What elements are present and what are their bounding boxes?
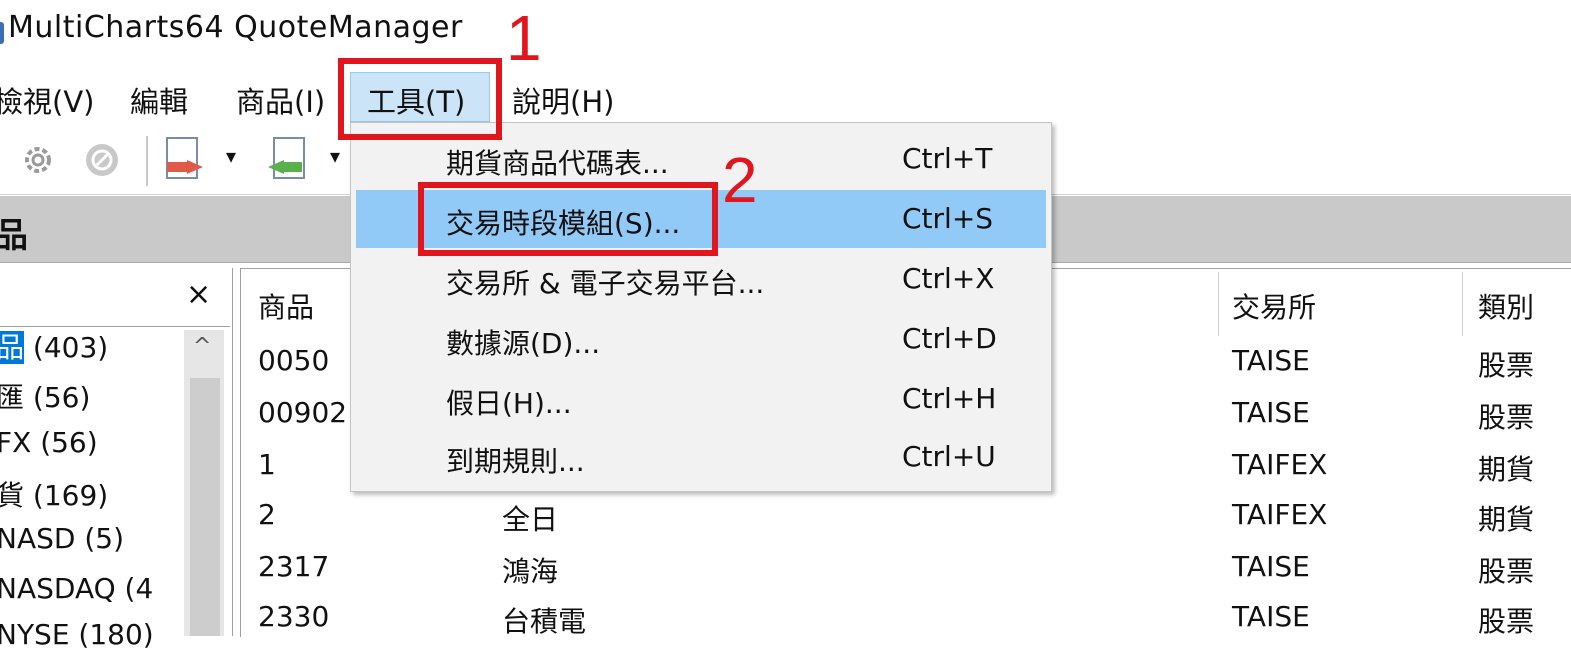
import-document-icon[interactable] [266, 136, 312, 184]
menu-item-label: 假日(H)... [446, 387, 572, 420]
close-icon[interactable]: × [186, 277, 211, 312]
column-header-exchange[interactable]: 交易所 [1232, 286, 1316, 326]
table-row-symbol[interactable]: 2330 [258, 600, 329, 633]
export-document-icon[interactable] [163, 136, 209, 184]
menu-item-shortcut: Ctrl+H [902, 382, 997, 415]
tree-item[interactable]: NYSE (180) [0, 618, 154, 651]
menu-item-shortcut: Ctrl+T [902, 142, 993, 175]
menu-item-shortcut: Ctrl+U [902, 440, 996, 473]
table-row-symbol[interactable]: 2317 [258, 550, 329, 583]
column-header-category[interactable]: 類別 [1478, 286, 1534, 326]
tree-item[interactable]: NASDAQ (4 [0, 572, 153, 605]
table-row-symbol[interactable]: 2 [258, 498, 276, 531]
section-title: 品 [0, 216, 28, 256]
table-row-category: 期貨 [1478, 503, 1535, 536]
gear-icon[interactable] [18, 140, 58, 180]
tree-item[interactable]: 匯 (56) [0, 376, 90, 416]
tree-scrollbar-thumb[interactable] [190, 378, 220, 636]
annotation-box-session-templates [418, 182, 718, 256]
menu-item-expiration-rules[interactable]: 到期規則... Ctrl+U [356, 428, 1046, 486]
table-row-exchange: TAISE [1232, 396, 1310, 429]
table-row-symbol[interactable]: 1 [258, 448, 276, 481]
chevron-up-icon[interactable]: ^ [193, 334, 211, 359]
menu-item-shortcut: Ctrl+X [902, 262, 995, 295]
table-row-symbol[interactable]: 0050 [258, 344, 329, 377]
window-title: MultiCharts64 QuoteManager [8, 10, 463, 45]
table-row-exchange: TAIFEX [1232, 448, 1328, 481]
menu-symbols[interactable]: 商品(I) [236, 79, 325, 121]
table-row-category: 股票 [1478, 401, 1535, 434]
table-row-name: 台積電 [502, 605, 587, 638]
menu-item-exchanges-ecn[interactable]: 交易所 & 電子交易平台... Ctrl+X [356, 250, 1046, 308]
table-row-exchange: TAIFEX [1232, 498, 1328, 531]
menu-item-label: 數據源(D)... [446, 327, 601, 360]
tree-item[interactable]: 貨 (169) [0, 474, 108, 514]
menu-item-label: 到期規則... [446, 445, 585, 478]
menu-item-data-sources[interactable]: 數據源(D)... Ctrl+D [356, 310, 1046, 368]
menu-item-shortcut: Ctrl+S [902, 202, 994, 235]
tree-item[interactable]: NASD (5) [0, 522, 124, 555]
table-row-category: 股票 [1478, 349, 1535, 382]
tree-item-count: (403) [24, 331, 109, 364]
tree-item-label-selected: 品 [0, 331, 25, 364]
menu-help[interactable]: 說明(H) [512, 79, 614, 121]
column-divider[interactable] [1462, 272, 1463, 336]
disabled-icon[interactable] [82, 140, 122, 180]
menu-item-label: 交易所 & 電子交易平台... [446, 267, 765, 300]
table-row-category: 期貨 [1478, 453, 1535, 486]
chevron-down-icon[interactable]: ▾ [226, 144, 236, 168]
table-row-name: 鴻海 [502, 555, 559, 588]
menu-item-shortcut: Ctrl+D [902, 322, 997, 355]
app-icon [0, 22, 4, 44]
tree-item[interactable]: 品 (403) [0, 326, 108, 366]
chevron-down-icon[interactable]: ▾ [330, 144, 340, 168]
table-row-symbol[interactable]: 00902 [258, 396, 347, 429]
column-divider[interactable] [1218, 272, 1219, 336]
annotation-number: 1 [506, 2, 542, 74]
table-row-category: 股票 [1478, 605, 1535, 638]
annotation-box-tools-menu [338, 58, 502, 140]
menu-edit[interactable]: 編輯 [130, 79, 188, 121]
menu-view[interactable]: 檢視(V) [0, 79, 94, 121]
column-header-symbol[interactable]: 商品 [258, 286, 314, 326]
table-row-category: 股票 [1478, 555, 1535, 588]
table-row-name: 全日 [502, 503, 559, 536]
menu-item-holidays[interactable]: 假日(H)... Ctrl+H [356, 370, 1046, 428]
tree-item[interactable]: FX (56) [0, 426, 98, 459]
toolbar-separator [146, 136, 148, 186]
table-row-exchange: TAISE [1232, 344, 1310, 377]
table-row-exchange: TAISE [1232, 550, 1310, 583]
menu-item-label: 期貨商品代碼表... [446, 147, 669, 180]
annotation-number: 2 [722, 144, 758, 216]
table-row-exchange: TAISE [1232, 600, 1310, 633]
